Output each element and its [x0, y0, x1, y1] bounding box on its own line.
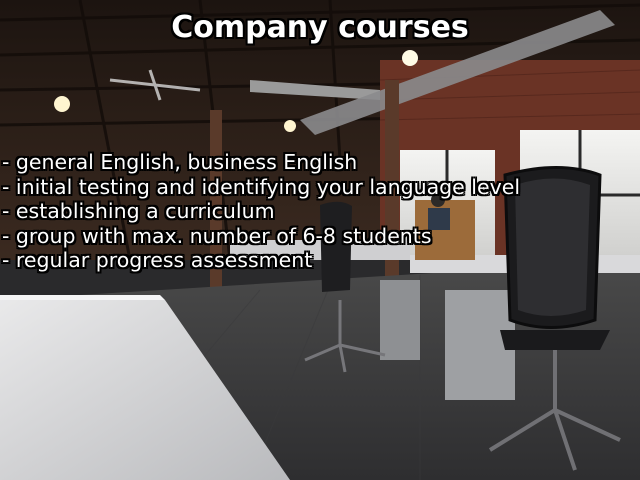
slide-title: Company courses — [171, 10, 469, 45]
list-item: - general English, business English — [2, 150, 358, 174]
feature-list: - general English, business English - in… — [2, 150, 520, 273]
list-item: - group with max. number of 6-8 students — [2, 223, 432, 248]
list-item: - initial testing and identifying your l… — [2, 174, 521, 199]
list-item: - establishing a curriculum — [2, 199, 275, 224]
list-item: - regular progress assessment — [2, 248, 313, 273]
